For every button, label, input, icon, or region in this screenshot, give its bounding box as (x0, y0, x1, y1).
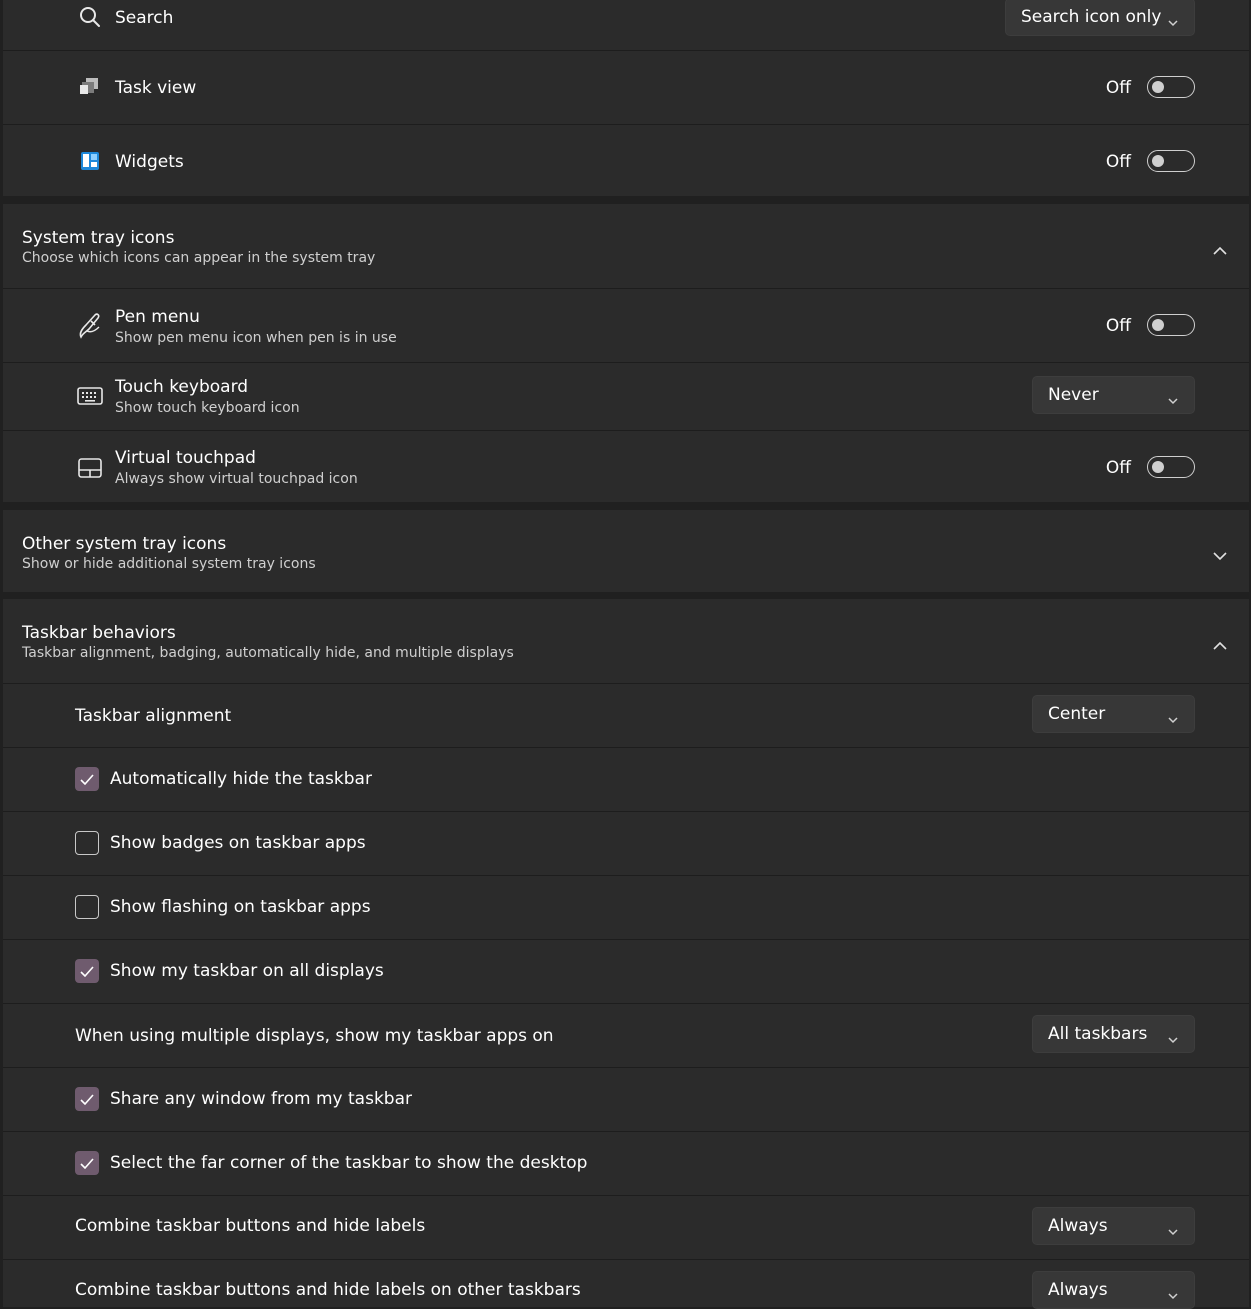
touch-keyboard-dropdown[interactable]: Never (1032, 376, 1195, 414)
widgets-label: Widgets (115, 152, 184, 172)
virtual-touchpad-state: Off (1105, 458, 1131, 478)
share-window-label: Share any window from my taskbar (110, 1089, 412, 1109)
combine-other-row: Combine taskbar buttons and hide labels … (3, 1259, 1249, 1309)
chevron-down-icon[interactable] (1213, 546, 1227, 565)
badges-checkbox[interactable] (75, 831, 99, 855)
share-window-row: Share any window from my taskbar (3, 1067, 1249, 1131)
touch-keyboard-desc: Show touch keyboard icon (115, 400, 300, 416)
virtual-touchpad-toggle[interactable] (1147, 456, 1195, 478)
auto-hide-label: Automatically hide the taskbar (110, 769, 372, 789)
taskbar-alignment-dropdown[interactable]: Center (1032, 695, 1195, 733)
widgets-toggle[interactable] (1147, 150, 1195, 172)
task-view-row: Task view Off (3, 50, 1249, 124)
virtual-touchpad-desc: Always show virtual touchpad icon (115, 471, 358, 487)
system-tray-title: System tray icons (22, 228, 175, 248)
virtual-touchpad-label: Virtual touchpad (115, 448, 256, 468)
search-dropdown-value: Search icon only (1021, 7, 1162, 27)
taskbar-alignment-row: Taskbar alignment Center (3, 683, 1249, 747)
combine-other-dropdown[interactable]: Always (1032, 1271, 1195, 1309)
multi-display-row: When using multiple displays, show my ta… (3, 1003, 1249, 1067)
combine-other-label: Combine taskbar buttons and hide labels … (75, 1280, 581, 1300)
toggle-knob (1152, 81, 1164, 93)
touch-keyboard-value: Never (1048, 385, 1099, 405)
pen-menu-toggle[interactable] (1147, 314, 1195, 336)
flashing-row: Show flashing on taskbar apps (3, 875, 1249, 939)
taskbar-behaviors-card: Taskbar behaviors Taskbar alignment, bad… (3, 599, 1249, 1309)
multi-display-label: When using multiple displays, show my ta… (75, 1026, 554, 1046)
taskbar-behaviors-header[interactable]: Taskbar behaviors Taskbar alignment, bad… (3, 599, 1249, 683)
taskbar-behaviors-subtitle: Taskbar alignment, badging, automaticall… (22, 645, 514, 661)
system-tray-header[interactable]: System tray icons Choose which icons can… (3, 204, 1249, 288)
far-corner-label: Select the far corner of the taskbar to … (110, 1153, 588, 1173)
task-view-icon (79, 77, 101, 97)
touch-keyboard-row: Touch keyboard Show touch keyboard icon … (3, 362, 1249, 430)
chevron-down-icon (1168, 12, 1178, 31)
search-icon (79, 6, 101, 28)
widgets-icon (80, 151, 100, 171)
keyboard-icon (77, 385, 103, 407)
system-tray-card: System tray icons Choose which icons can… (3, 204, 1249, 502)
taskbar-alignment-label: Taskbar alignment (75, 706, 232, 726)
all-displays-row: Show my taskbar on all displays (3, 939, 1249, 1003)
toggle-knob (1152, 319, 1164, 331)
taskbar-items-card: Search Search icon only Task view Off Wi… (3, 0, 1249, 196)
other-tray-card[interactable]: Other system tray icons Show or hide add… (3, 510, 1249, 592)
chevron-down-icon (1168, 709, 1178, 728)
badges-row: Show badges on taskbar apps (3, 811, 1249, 875)
far-corner-checkbox[interactable] (75, 1151, 99, 1175)
auto-hide-checkbox[interactable] (75, 767, 99, 791)
combine-other-value: Always (1048, 1280, 1108, 1300)
multi-display-dropdown[interactable]: All taskbars (1032, 1015, 1195, 1053)
share-window-checkbox[interactable] (75, 1087, 99, 1111)
chevron-down-icon (1168, 1029, 1178, 1048)
toggle-knob (1152, 155, 1164, 167)
chevron-down-icon (1168, 390, 1178, 409)
all-displays-label: Show my taskbar on all displays (110, 961, 384, 981)
search-label: Search (115, 8, 174, 28)
system-tray-subtitle: Choose which icons can appear in the sys… (22, 250, 376, 266)
flashing-checkbox[interactable] (75, 895, 99, 919)
taskbar-behaviors-title: Taskbar behaviors (22, 623, 176, 643)
other-tray-subtitle: Show or hide additional system tray icon… (22, 556, 316, 572)
search-dropdown[interactable]: Search icon only (1005, 0, 1195, 36)
pen-menu-row: Pen menu Show pen menu icon when pen is … (3, 288, 1249, 362)
flashing-label: Show flashing on taskbar apps (110, 897, 371, 917)
combine-value: Always (1048, 1216, 1108, 1236)
combine-label: Combine taskbar buttons and hide labels (75, 1216, 426, 1236)
far-corner-row: Select the far corner of the taskbar to … (3, 1131, 1249, 1195)
toggle-knob (1152, 461, 1164, 473)
taskbar-alignment-value: Center (1048, 704, 1106, 724)
virtual-touchpad-row: Virtual touchpad Always show virtual tou… (3, 430, 1249, 502)
chevron-down-icon (1168, 1285, 1178, 1304)
pen-menu-state: Off (1105, 316, 1131, 336)
task-view-label: Task view (115, 78, 197, 98)
auto-hide-row: Automatically hide the taskbar (3, 747, 1249, 811)
widgets-state: Off (1105, 152, 1131, 172)
pen-icon (77, 311, 103, 339)
touch-keyboard-label: Touch keyboard (115, 377, 249, 397)
combine-row: Combine taskbar buttons and hide labels … (3, 1195, 1249, 1259)
chevron-up-icon[interactable] (1213, 635, 1227, 654)
chevron-up-icon[interactable] (1213, 240, 1227, 259)
chevron-down-icon (1168, 1221, 1178, 1240)
pen-menu-desc: Show pen menu icon when pen is in use (115, 330, 397, 346)
search-row: Search Search icon only (3, 0, 1249, 50)
other-tray-title: Other system tray icons (22, 534, 227, 554)
task-view-toggle[interactable] (1147, 76, 1195, 98)
widgets-row: Widgets Off (3, 124, 1249, 196)
pen-menu-label: Pen menu (115, 307, 200, 327)
multi-display-value: All taskbars (1048, 1024, 1148, 1044)
task-view-state: Off (1105, 78, 1131, 98)
touchpad-icon (77, 457, 103, 479)
badges-label: Show badges on taskbar apps (110, 833, 366, 853)
all-displays-checkbox[interactable] (75, 959, 99, 983)
combine-dropdown[interactable]: Always (1032, 1207, 1195, 1245)
